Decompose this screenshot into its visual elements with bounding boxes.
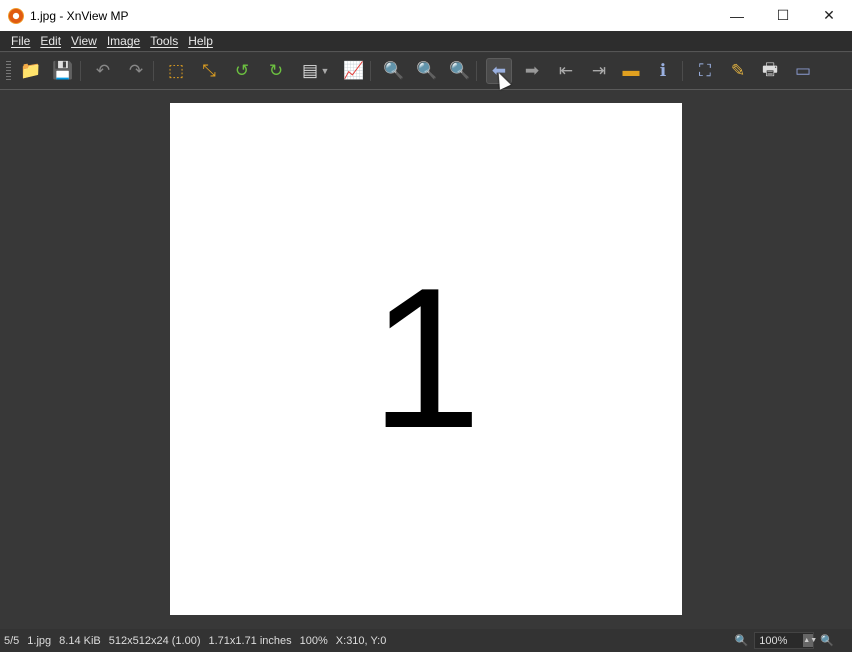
levels-button[interactable]: 📈 [341, 58, 367, 84]
menu-edit[interactable]: Edit [35, 34, 66, 48]
status-filename: 1.jpg [27, 634, 52, 647]
status-filesize: 8.14 KiB [59, 634, 101, 647]
zoom-input[interactable]: 100% ▲▼ [754, 632, 817, 649]
zoom-spinner[interactable]: ▲▼ [803, 634, 817, 647]
menu-file[interactable]: File [6, 34, 35, 48]
status-print-size: 1.71x1.71 inches [208, 634, 292, 647]
zoom-in-button[interactable]: 🔍 [381, 58, 407, 84]
zoom-out-button[interactable]: 🔍 [447, 58, 473, 84]
status-zoom: 100% [299, 634, 328, 647]
fullscreen-button[interactable]: ⛶ [692, 58, 718, 84]
redo-button[interactable]: ↷ [123, 58, 149, 84]
image-viewer[interactable]: 1 [0, 91, 852, 629]
menu-tools[interactable]: Tools [145, 34, 183, 48]
menu-image[interactable]: Image [102, 34, 145, 48]
adjust-dropdown-icon[interactable]: ▼ [319, 58, 331, 84]
menu-bar: File Edit View Image Tools Help [0, 31, 852, 52]
save-button[interactable]: 💾 [50, 58, 76, 84]
wallpaper-button[interactable]: ▬ [618, 58, 644, 84]
info-button[interactable]: ℹ [650, 58, 676, 84]
last-icon: ⇥ [591, 61, 607, 80]
rotate-right-icon: ↻ [268, 61, 284, 80]
image-canvas[interactable]: 1 [170, 103, 682, 615]
next-icon: ➡ [524, 61, 540, 80]
undo-icon: ↶ [95, 61, 111, 80]
edit-button[interactable]: ✎ [725, 58, 751, 84]
rotate-left-button[interactable]: ↺ [229, 58, 255, 84]
status-dimensions: 512x512x24 (1.00) [108, 634, 201, 647]
redo-icon: ↷ [128, 61, 144, 80]
scan-button[interactable]: ▭ [790, 58, 816, 84]
print-button[interactable]: 🖶 [757, 58, 783, 84]
save-icon: 💾 [52, 61, 74, 80]
rotate-right-button[interactable]: ↻ [263, 58, 289, 84]
browser-button[interactable]: 📁 [18, 58, 44, 84]
next-button[interactable]: ➡ [519, 58, 545, 84]
edit-icon: ✎ [730, 61, 746, 80]
toolbar-separator [682, 61, 683, 81]
first-button[interactable]: ⇤ [553, 58, 579, 84]
crop-icon: ⬚ [167, 61, 185, 80]
zoom-out-icon[interactable]: 🔍 [820, 634, 834, 647]
app-logo-icon [8, 7, 24, 24]
last-button[interactable]: ⇥ [586, 58, 612, 84]
status-index: 5/5 [4, 634, 20, 647]
toolbar-separator [476, 61, 477, 81]
zoom-in-icon: 🔍 [383, 61, 405, 80]
zoom-value: 100% [759, 634, 788, 647]
menu-help[interactable]: Help [183, 34, 218, 48]
crop-button[interactable]: ⬚ [163, 58, 189, 84]
info-icon: ℹ [659, 61, 667, 80]
undo-button[interactable]: ↶ [90, 58, 116, 84]
title-bar: 1.jpg - XnView MP — ☐ ✕ [0, 0, 852, 31]
toolbar-separator [80, 61, 81, 81]
menu-view[interactable]: View [66, 34, 102, 48]
toolbar-separator [370, 61, 371, 81]
window-title: 1.jpg - XnView MP [30, 8, 129, 23]
status-bar: 5/5 1.jpg 8.14 KiB 512x512x24 (1.00) 1.7… [0, 629, 852, 652]
maximize-button[interactable]: ☐ [760, 0, 806, 31]
browser-icon: 📁 [20, 61, 42, 80]
resize-button[interactable]: ⤡ [196, 58, 222, 84]
zoom-fit-icon: 🔍 [416, 61, 438, 80]
print-icon: 🖶 [761, 59, 779, 79]
wallpaper-icon: ▬ [622, 61, 640, 80]
close-button[interactable]: ✕ [806, 0, 852, 31]
resize-icon: ⤡ [202, 61, 216, 80]
toolbar: 📁 💾 ↶ ↷ ⬚ ⤡ ↺ ↻ ▤ 📈 🔍 🔍 🔍 ⬅ ➡ ⇤ ⇥ ▬ ℹ ⛶ ✎ 🖶 ▭ ▼ [0, 53, 852, 90]
rotate-left-icon: ↺ [234, 61, 250, 80]
levels-icon: 📈 [343, 61, 365, 80]
zoom-in-icon[interactable]: 🔍 [735, 634, 749, 647]
toolbar-grip[interactable] [6, 61, 11, 81]
zoom-fit-button[interactable]: 🔍 [414, 58, 440, 84]
fullscreen-icon: ⛶ [699, 61, 711, 80]
image-content: 1 [370, 247, 482, 470]
minimize-button[interactable]: — [714, 0, 760, 31]
toolbar-separator [153, 61, 154, 81]
scan-icon: ▭ [794, 61, 812, 80]
status-coords: X:310, Y:0 [335, 634, 387, 647]
zoom-out-icon: 🔍 [449, 61, 471, 80]
adjust-icon: ▤ [301, 61, 319, 80]
first-icon: ⇤ [558, 61, 574, 80]
